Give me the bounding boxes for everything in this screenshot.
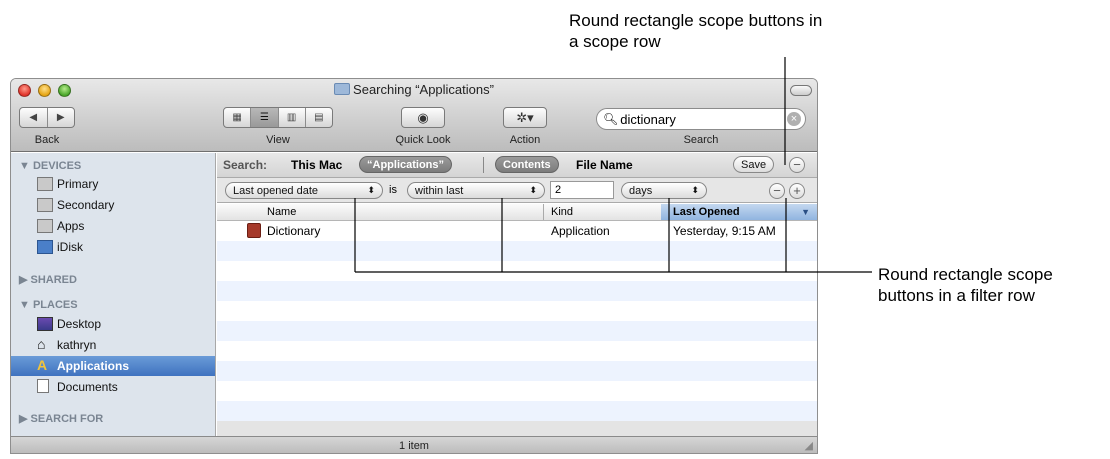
filter-unit-popup[interactable]: days ⬍ — [621, 182, 707, 199]
empty-row — [217, 401, 817, 421]
document-icon — [37, 379, 49, 393]
search-input[interactable]: 🔍︎ dictionary × — [596, 108, 806, 130]
sidebar-item-desktop[interactable]: Desktop — [11, 314, 215, 334]
scope-applications-button[interactable]: “Applications” — [359, 156, 453, 173]
column-kind[interactable]: Kind — [551, 204, 573, 220]
view-switcher[interactable]: ▦ ☰ ▥ ▤ — [223, 107, 333, 128]
sidebar-header-search-for[interactable]: ▶ SEARCH FOR — [19, 412, 103, 425]
window-title: Searching “Applications” — [11, 82, 817, 97]
hard-drive-icon — [37, 177, 53, 191]
callout-filter-row: Round rectangle scope buttons in a filte… — [878, 265, 1053, 305]
scope-bar: Search: This Mac “Applications” Contents… — [217, 153, 817, 178]
sort-arrow-icon: ▼ — [801, 207, 810, 217]
back-forward-control[interactable]: ◀ ▶ — [19, 107, 75, 128]
gear-icon: ✲▾ — [516, 109, 534, 125]
column-last-opened[interactable]: Last Opened ▼ — [661, 204, 817, 220]
empty-row — [217, 261, 817, 281]
empty-row — [217, 241, 817, 261]
icon-view-icon[interactable]: ▦ — [224, 108, 252, 127]
sidebar-item-documents[interactable]: Documents — [11, 377, 215, 397]
home-icon: ⌂ — [37, 336, 46, 352]
updown-arrow-icon: ⬍ — [691, 185, 699, 195]
quick-look-button[interactable]: ◉ — [401, 107, 445, 128]
empty-row — [217, 381, 817, 401]
action-label: Action — [509, 134, 541, 146]
updown-arrow-icon: ⬍ — [529, 185, 537, 195]
save-search-button[interactable]: Save — [733, 156, 775, 173]
folder-icon — [334, 83, 351, 95]
filter-value-field[interactable]: 2 — [550, 181, 614, 199]
action-button[interactable]: ✲▾ — [503, 107, 547, 128]
search-label: Search — [683, 134, 719, 146]
empty-row — [217, 321, 817, 341]
table-row[interactable]: Dictionary Application Yesterday, 9:15 A… — [217, 221, 817, 241]
remove-filter-button[interactable]: − — [769, 183, 785, 199]
add-filter-button[interactable]: + — [789, 183, 805, 199]
dictionary-app-icon — [247, 223, 261, 238]
column-header: Name Kind Last Opened ▼ — [217, 204, 817, 221]
row-kind: Application — [551, 224, 610, 238]
scope-contents-button[interactable]: Contents — [495, 156, 559, 173]
empty-row — [217, 361, 817, 381]
desktop-icon — [37, 317, 53, 331]
quick-look-label: Quick Look — [395, 134, 451, 146]
row-name: Dictionary — [267, 224, 321, 238]
remove-scope-button[interactable]: − — [789, 157, 805, 173]
hard-drive-icon — [37, 198, 53, 212]
sidebar-header-shared[interactable]: ▶ SHARED — [19, 273, 77, 286]
sidebar-header-devices[interactable]: ▼ DEVICES — [19, 160, 81, 172]
filter-bar: Last opened date ⬍ is within last ⬍ 2 days… — [217, 178, 817, 203]
sidebar-header-places[interactable]: ▼ PLACES — [19, 299, 78, 311]
callout-scope-row: Round rectangle scope buttons in a scope… — [569, 11, 823, 51]
row-last-opened: Yesterday, 9:15 AM — [673, 224, 776, 238]
coverflow-view-icon[interactable]: ▤ — [306, 108, 332, 127]
magnifier-icon: 🔍︎ — [603, 112, 619, 126]
toolbar: Searching “Applications” ◀ ▶ Back ▦ ☰ ▥ … — [11, 79, 817, 152]
updown-arrow-icon: ⬍ — [367, 185, 375, 195]
file-list: Dictionary Application Yesterday, 9:15 A… — [217, 221, 817, 436]
scope-label: Search: — [223, 158, 268, 172]
sidebar-item-apps[interactable]: Apps — [11, 216, 215, 236]
back-label: Back — [34, 134, 60, 146]
scope-this-mac-button[interactable]: This Mac — [291, 158, 342, 172]
empty-row — [217, 301, 817, 321]
empty-row — [217, 421, 817, 436]
sidebar-item-secondary[interactable]: Secondary — [11, 195, 215, 215]
eye-icon: ◉ — [417, 109, 429, 125]
back-arrow-icon[interactable]: ◀ — [20, 108, 48, 127]
list-view-icon[interactable]: ☰ — [251, 108, 279, 127]
forward-arrow-icon[interactable]: ▶ — [48, 108, 75, 127]
sidebar-item-primary[interactable]: Primary — [11, 174, 215, 194]
column-name[interactable]: Name — [267, 204, 296, 220]
filter-is-label: is — [389, 184, 397, 196]
sidebar-item-kathryn[interactable]: ⌂ kathryn — [11, 335, 215, 355]
idisk-icon — [37, 240, 53, 254]
resize-grip-icon[interactable]: ◢ — [805, 437, 813, 453]
applications-icon: A — [37, 357, 48, 373]
sidebar: ▼ DEVICES Primary Secondary Apps iDisk ▶… — [11, 153, 216, 436]
column-view-icon[interactable]: ▥ — [279, 108, 306, 127]
sidebar-item-applications[interactable]: A Applications — [11, 356, 215, 376]
column-divider — [543, 204, 544, 220]
main-content: Search: This Mac “Applications” Contents… — [217, 153, 817, 436]
scope-divider — [483, 157, 484, 173]
sidebar-item-idisk[interactable]: iDisk — [11, 237, 215, 257]
empty-row — [217, 281, 817, 301]
empty-row — [217, 341, 817, 361]
item-count: 1 item — [399, 440, 429, 452]
finder-window: Searching “Applications” ◀ ▶ Back ▦ ☰ ▥ … — [10, 78, 818, 454]
scope-file-name-button[interactable]: File Name — [576, 158, 633, 172]
clear-search-icon[interactable]: × — [787, 112, 801, 126]
filter-operator-popup[interactable]: within last ⬍ — [407, 182, 545, 199]
filter-attribute-popup[interactable]: Last opened date ⬍ — [225, 182, 383, 199]
status-bar: 1 item ◢ — [11, 436, 817, 453]
view-label: View — [266, 134, 290, 146]
hard-drive-icon — [37, 219, 53, 233]
